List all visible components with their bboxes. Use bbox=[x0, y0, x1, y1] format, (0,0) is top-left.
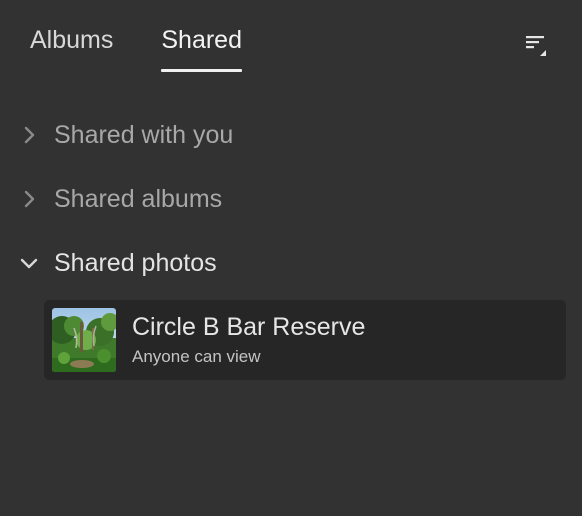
tab-albums[interactable]: Albums bbox=[30, 24, 113, 56]
shared-photo-title: Circle B Bar Reserve bbox=[132, 313, 366, 341]
chevron-down-icon bbox=[18, 252, 40, 274]
section-shared-with-you[interactable]: Shared with you bbox=[18, 120, 233, 150]
chevron-right-icon bbox=[18, 124, 40, 146]
shared-photo-item[interactable]: Circle B Bar Reserve Anyone can view bbox=[44, 300, 566, 380]
section-label: Shared photos bbox=[54, 249, 217, 277]
sort-icon bbox=[520, 28, 550, 63]
chevron-right-icon bbox=[18, 188, 40, 210]
section-shared-albums[interactable]: Shared albums bbox=[18, 184, 222, 214]
section-shared-photos[interactable]: Shared photos bbox=[18, 248, 217, 278]
section-label: Shared with you bbox=[54, 121, 234, 149]
nature-photo-thumbnail bbox=[52, 308, 116, 372]
shared-photo-visibility: Anyone can view bbox=[132, 347, 261, 366]
tab-shared[interactable]: Shared bbox=[161, 24, 242, 72]
tab-bar: Albums Shared bbox=[30, 24, 242, 72]
sort-button[interactable] bbox=[516, 26, 554, 64]
section-label: Shared albums bbox=[54, 185, 223, 213]
